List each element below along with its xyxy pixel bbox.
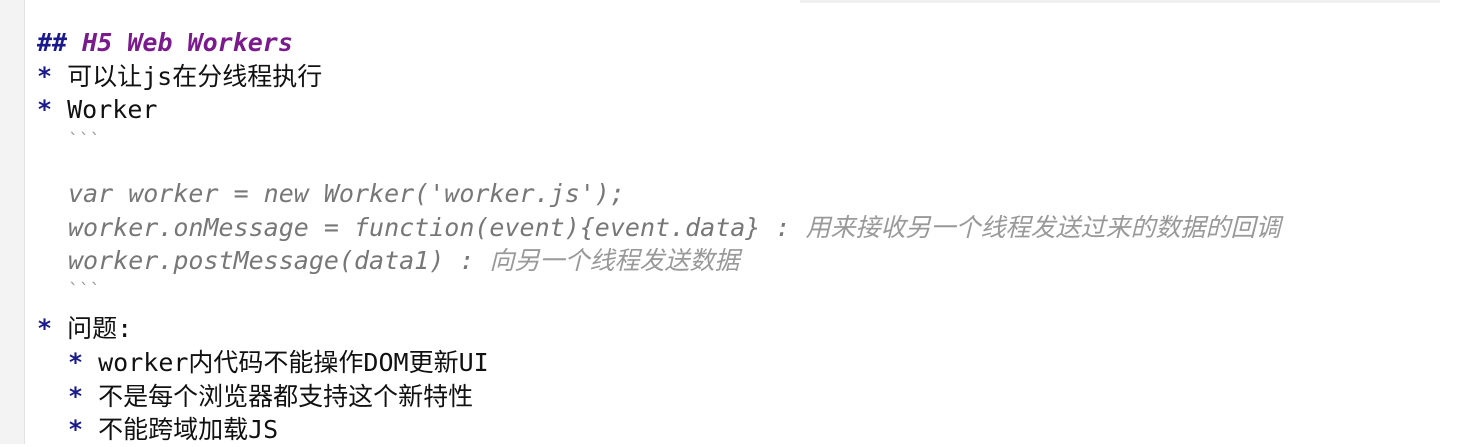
- heading-text: H5 Web Workers: [82, 28, 293, 57]
- heading-marker: ##: [37, 28, 68, 57]
- bullet: *: [68, 347, 84, 377]
- list-item: * Worker: [37, 93, 1472, 127]
- top-divider: [800, 0, 1440, 3]
- heading-line: ## H5 Web Workers: [37, 26, 1472, 60]
- list-item-text: 不能跨域加载JS: [98, 415, 279, 445]
- code-text: worker.postMessage(data1) :: [68, 246, 475, 276]
- code-line: worker.postMessage(data1) : 向另一个线程发送数据: [37, 244, 1472, 278]
- list-item-text: worker内代码不能操作DOM更新UI: [98, 347, 489, 377]
- code-fence: ```: [68, 130, 101, 152]
- list-item: * 问题:: [37, 312, 1472, 346]
- code-line: worker.onMessage = function(event){event…: [37, 211, 1472, 245]
- code-text: worker.onMessage = function(event){event…: [68, 212, 791, 242]
- code-comment: 向另一个线程发送数据: [489, 246, 740, 276]
- bullet: *: [37, 314, 53, 344]
- list-item-text: 可以让js在分线程执行: [67, 61, 323, 91]
- sub-list-item: * 不能跨域加载JS: [37, 413, 1472, 447]
- code-comment: 用来接收另一个线程发送过来的数据的回调: [805, 212, 1281, 242]
- bullet: *: [37, 61, 53, 91]
- code-text: var worker = new Worker('worker.js');: [68, 179, 625, 209]
- list-item: * 可以让js在分线程执行: [37, 60, 1472, 94]
- code-fence-open: ```: [37, 127, 1472, 157]
- code-fence-close: ```: [37, 278, 1472, 312]
- code-fence: ```: [68, 280, 101, 302]
- editor-gutter: [0, 0, 25, 444]
- list-item-text: 不是每个浏览器都支持这个新特性: [98, 381, 474, 411]
- sub-list-item: * worker内代码不能操作DOM更新UI: [37, 346, 1472, 380]
- markdown-editor[interactable]: ## H5 Web Workers * 可以让js在分线程执行 * Worker…: [37, 26, 1472, 447]
- sub-list-item: * 不是每个浏览器都支持这个新特性: [37, 380, 1472, 414]
- bullet: *: [68, 415, 84, 445]
- list-item-text: 问题:: [67, 314, 133, 344]
- list-item-text: Worker: [67, 95, 158, 125]
- bullet: *: [68, 381, 84, 411]
- bullet: *: [37, 95, 53, 125]
- code-line: var worker = new Worker('worker.js');: [37, 177, 1472, 211]
